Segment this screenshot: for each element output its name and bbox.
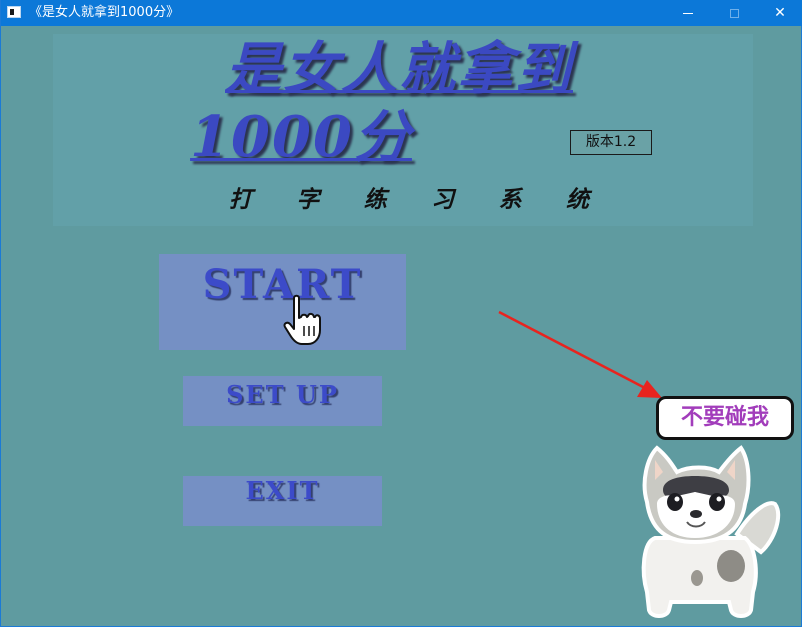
speech-bubble: 不要碰我 — [656, 396, 794, 440]
subtitle-char: 字 — [296, 186, 320, 213]
maximize-button[interactable] — [711, 0, 757, 26]
game-menu-screen: 是女人就拿到 1000分 版本1.2 打 字 练 习 系 统 START SET… — [1, 26, 801, 626]
subtitle-char: 统 — [565, 186, 589, 213]
app-icon — [7, 6, 21, 18]
close-button[interactable]: ✕ — [757, 0, 802, 26]
version-badge: 版本1.2 — [570, 130, 652, 155]
window-title: 《是女人就拿到1000分》 — [29, 5, 180, 20]
subtitle-char: 练 — [363, 186, 387, 213]
exit-button[interactable]: EXIT — [183, 476, 382, 526]
minimize-button[interactable] — [665, 0, 711, 26]
game-title-line1: 是女人就拿到 — [225, 36, 573, 102]
subtitle-char: 打 — [229, 186, 252, 213]
subtitle-char: 习 — [431, 186, 455, 213]
maximize-icon — [729, 8, 739, 18]
husky-dog-mascot[interactable] — [633, 442, 783, 622]
app-window: 《是女人就拿到1000分》 ✕ 是女人就拿到 1000分 版本1.2 打 字 练… — [0, 0, 802, 627]
subtitle-char: 系 — [498, 186, 522, 213]
title-bar[interactable]: 《是女人就拿到1000分》 ✕ — [1, 0, 802, 26]
setup-button[interactable]: SET UP — [183, 376, 382, 426]
minimize-icon — [683, 12, 693, 14]
close-icon: ✕ — [774, 5, 786, 21]
subtitle: 打 字 练 习 系 统 — [229, 180, 589, 214]
hand-pointer-cursor — [283, 294, 321, 345]
